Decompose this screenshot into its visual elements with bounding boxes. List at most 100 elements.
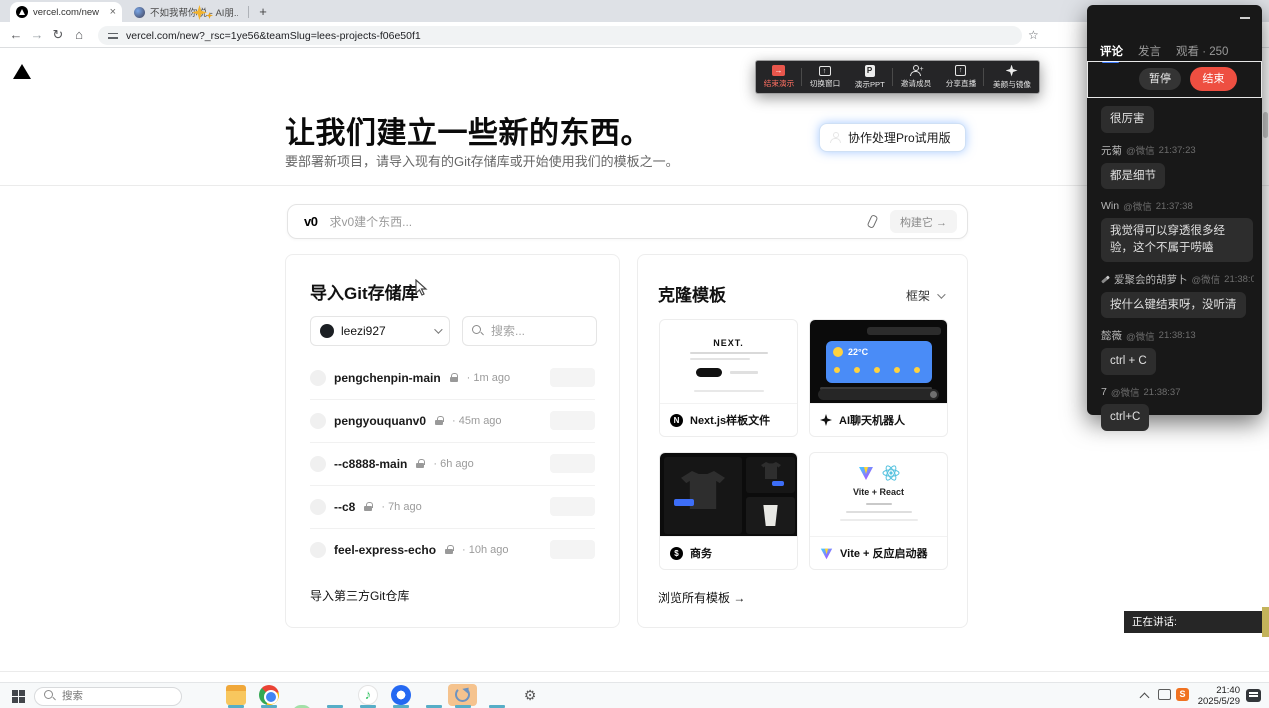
clock[interactable]: 21:40 2025/5/29 [1196,686,1240,708]
repo-search-input[interactable] [491,324,581,338]
pro-trial-button[interactable]: 协作处理Pro试用版 [819,123,966,152]
template-name: AI聊天机器人 [839,412,905,428]
tab-close-icon[interactable]: × [110,6,116,18]
footer-divider [0,671,1269,672]
search-icon [472,325,484,337]
framework-filter[interactable]: 框架 [906,287,943,304]
import-button-skeleton[interactable] [550,454,595,473]
taskbar-search-input[interactable] [62,690,162,702]
message-bubble: ctrl+C [1101,404,1149,431]
page-title: 让我们建立一些新的东西。 [285,108,651,152]
share-stream-button[interactable]: ↑ 分享直播 [938,61,983,93]
template-commerce-preview [660,453,797,538]
session-controls-box: 暂停 结束 [1087,61,1262,98]
repo-row[interactable]: --c8888-main · 6h ago [300,442,605,485]
repo-row[interactable]: pengchenpin-main · 1m ago [300,356,605,399]
repo-name: --c8 [334,500,355,514]
tab-title: vercel.com/new [33,7,105,18]
v0-prompt-bar[interactable]: v0 求v0建个东西... 构建它 → [287,204,968,239]
blue-circle-app-icon[interactable] [391,685,411,705]
git-account-select[interactable]: leezi927 [310,316,450,346]
import-button-skeleton[interactable] [550,368,595,387]
tab-vercel[interactable]: vercel.com/new × [10,2,122,22]
template-vite-react[interactable]: Vite + React Vite + 反应启动器 [809,452,948,570]
qq-music-icon[interactable]: ♪ [358,685,378,705]
chat-message: 懿薇@微信21:38:13 ctrl + C [1101,328,1254,385]
invite-members-button[interactable]: + 邀请成员 [893,61,938,93]
home-icon[interactable]: ⌂ [69,22,89,48]
end-button[interactable]: 结束 [1190,67,1237,91]
tab-speak[interactable]: 发言 [1138,43,1161,59]
minimize-icon[interactable] [1240,17,1250,19]
browse-all-templates-link[interactable]: 浏览所有模板 → [658,589,745,606]
site-settings-icon[interactable] [108,32,118,40]
template-vite-preview: Vite + React [810,453,947,538]
next-preview-button [696,368,722,377]
bookmark-star-icon[interactable]: ☆ [1028,22,1039,48]
v0-placeholder: 求v0建个东西... [329,213,853,230]
framework-filter-label: 框架 [906,287,930,304]
repo-row[interactable]: --c8 · 7h ago [300,485,605,528]
browser-tabstrip: vercel.com/new × 不如我帮你说 - AI朋... + [0,0,1269,22]
repo-name: pengchenpin-main [334,371,441,385]
chat-message: 爱聚会的胡萝卜@微信21:38:01 按什么键结束呀，没听清 [1101,272,1254,329]
repo-row[interactable]: pengyouquanv0 · 45m ago [300,399,605,442]
sparkle-icon [1006,65,1018,77]
header-divider [0,185,1269,186]
attachment-paperclip-icon[interactable] [866,215,878,228]
message-user: 懿薇 [1101,328,1122,343]
import-button-skeleton[interactable] [550,411,595,430]
repo-avatar [310,370,326,386]
template-ai-chatbot[interactable]: 22°C AI聊天机器人 [809,319,948,437]
chat-message: 元菊@微信21:37:23 都是细节 [1101,143,1254,200]
build-it-button[interactable]: 构建它 → [890,210,957,233]
import-button-skeleton[interactable] [550,540,595,559]
switch-window-button[interactable]: ↑ 切换窗口 [802,61,847,93]
message-time: 21:38:01 [1224,274,1254,285]
meeting-app-icon[interactable] [453,685,473,705]
import-git-card: 导入Git存储库 leezi927 pengchenpin-main · 1m … [285,254,620,628]
url-bar[interactable] [98,26,1022,45]
message-user: 7 [1101,386,1107,398]
end-presentation-button[interactable]: → 结束演示 [756,61,801,93]
forward-icon[interactable]: → [27,22,47,48]
person-plus-icon [830,132,842,143]
repo-time: · 45m ago [452,415,542,427]
import-button-skeleton[interactable] [550,497,595,516]
chat-list: 很厉害 元菊@微信21:37:23 都是细节 Win@微信21:37:38 我觉… [1101,106,1254,441]
message-bubble: 我觉得可以穿透很多经验，这个不属于唠嗑 [1101,218,1253,261]
start-button[interactable] [12,690,25,703]
taskbar-search[interactable] [34,687,182,706]
vercel-logo [13,64,31,79]
switch-window-icon: ↑ [819,66,831,76]
settings-gear-icon[interactable]: ⚙ [520,685,540,705]
import-third-party-link[interactable]: 导入第三方Git仓库 [310,587,409,604]
url-input[interactable] [126,30,946,42]
repo-row[interactable]: feel-express-echo · 10h ago [300,528,605,571]
tray-window-icon[interactable] [1158,689,1171,700]
template-nextjs-label: N Next.js样板文件 [660,403,797,436]
vite-preview-title: Vite + React [810,487,947,497]
beauty-mirror-button[interactable]: 美颜与镜像 [984,61,1039,93]
back-icon[interactable]: ← [6,22,26,48]
chat-message: 7@微信21:38:37 ctrl+C [1101,385,1254,441]
pause-button[interactable]: 暂停 [1139,68,1181,90]
page-scrollbar[interactable] [1263,112,1268,138]
tab-viewers[interactable]: 观看 · 250 [1176,43,1228,59]
present-ppt-button[interactable]: P 演示PPT [847,61,892,93]
page-subtitle: 要部署新项目，请导入现有的Git存储库或开始使用我们的模板之一。 [285,151,679,170]
new-tab-button[interactable]: + [254,3,272,21]
repo-avatar [310,499,326,515]
tab-comments[interactable]: 评论 [1100,43,1123,59]
tab-ai-chat[interactable]: 不如我帮你说 - AI朋... [128,2,244,22]
template-nextjs[interactable]: NEXT. N Next.js样板文件 [659,319,798,437]
file-explorer-icon[interactable] [226,685,246,705]
repo-search-box[interactable] [462,316,597,346]
ppt-icon: P [865,65,875,77]
notification-center-icon[interactable] [1246,689,1261,702]
chrome-icon[interactable] [259,685,279,705]
reload-icon[interactable]: ↻ [48,22,68,48]
message-time: 21:37:23 [1159,145,1196,156]
template-commerce[interactable]: $ 商务 [659,452,798,570]
tray-s-app-icon[interactable]: S [1176,688,1189,701]
